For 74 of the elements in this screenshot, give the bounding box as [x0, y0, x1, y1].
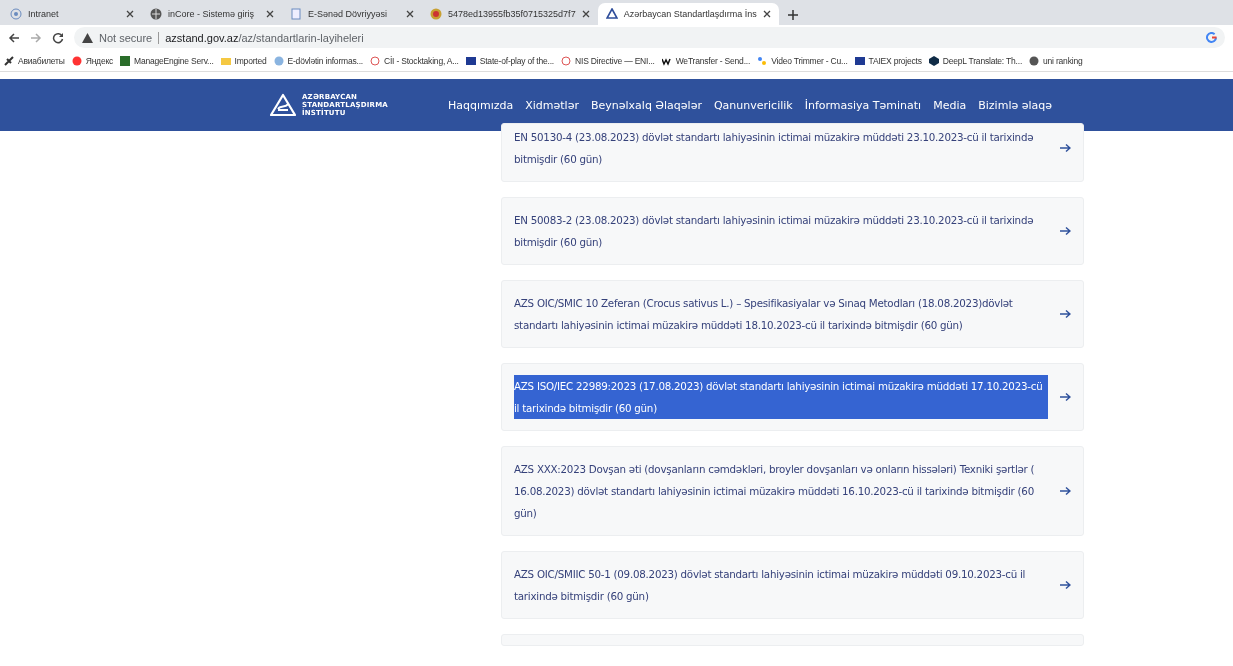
- arrow-right-icon[interactable]: [1060, 309, 1071, 319]
- bookmark[interactable]: Авиабилеты: [4, 55, 65, 66]
- bookmark-favicon-icon: [120, 55, 131, 66]
- bookmark-favicon-icon: [757, 55, 768, 66]
- close-icon[interactable]: [581, 10, 590, 18]
- standard-notice-text: AZS ISO/IEC 22989:2023 (17.08.2023) dövlət standartı lahiyəsinin ictimai müzakirə müddəti 17.10.2023-cü il tarixində bitmişdir (60 gün): [514, 375, 1048, 419]
- favicon-icon: [10, 8, 22, 20]
- reload-icon[interactable]: [52, 31, 64, 44]
- browser-tab[interactable]: E-Sənəd Dövriyyəsi: [282, 3, 422, 25]
- arrow-right-icon[interactable]: [1060, 226, 1071, 236]
- nav-link[interactable]: İnformasiya Təminatı: [804, 98, 922, 112]
- nav-link[interactable]: Xidmətlər: [525, 98, 579, 112]
- browser-tab[interactable]: Azərbaycan Standartlaşdırma İns: [597, 3, 779, 25]
- google-icon: [1206, 32, 1217, 43]
- bookmark[interactable]: TAIEX projects: [854, 55, 922, 66]
- favicon-icon: [290, 8, 302, 20]
- standard-card[interactable]: EN 50083-2 (23.08.2023) dövlət standartı lahiyəsinin ictimai müzakirə müddəti 23.10.2023-cü il tarixində bitmişdir (60 gün): [501, 197, 1084, 265]
- bookmark[interactable]: Video Trimmer - Cu...: [757, 55, 848, 66]
- arrow-right-icon[interactable]: [1060, 392, 1071, 402]
- new-tab-icon[interactable]: [786, 9, 799, 21]
- standard-notice-text: EN 50130-4 (23.08.2023) dövlət standartı lahiyəsinin ictimai müzakirə müddəti 23.10.2023-cü il tarixində bitmişdir (60 gün): [514, 130, 1035, 167]
- bookmark-favicon-icon: [369, 55, 380, 66]
- address-bar[interactable]: Not secure azstand.gov.az/az/standartlarin-layiheleri: [74, 27, 1225, 48]
- warning-icon: [82, 32, 93, 43]
- standard-notice-text: EN 50083-2 (23.08.2023) dövlət standartı lahiyəsinin ictimai müzakirə müddəti 23.10.2023-cü il tarixində bitmişdir (60 gün): [514, 213, 1035, 250]
- bookmark[interactable]: State-of-play of the...: [465, 55, 555, 66]
- standard-card[interactable]: [501, 446, 1084, 536]
- arrow-right-icon[interactable]: [1060, 143, 1071, 153]
- favicon-icon: [430, 8, 442, 20]
- nav-link[interactable]: Bizimlə əlaqə: [978, 98, 1053, 112]
- bookmark-favicon-icon: [1029, 55, 1040, 66]
- folder-icon: [220, 55, 231, 66]
- back-icon[interactable]: [8, 31, 20, 44]
- url-text: azstand.gov.az/az/standartlarin-layiheleri: [165, 31, 364, 44]
- favicon-icon: [150, 8, 162, 20]
- close-icon[interactable]: [406, 10, 414, 18]
- favicon-icon: [605, 8, 618, 20]
- standard-card[interactable]: AZS OIC/SMIIC 50-1 (09.08.2023) dövlət standartı lahiyəsinin ictimai müzakirə müddəti 09.10.2023-cü il tarixində bitmişdir (60 gün): [501, 551, 1084, 619]
- nav-link[interactable]: Haqqımızda: [447, 98, 514, 112]
- bookmark[interactable]: Яндекс: [71, 55, 114, 66]
- bookmark-favicon-icon: [4, 55, 14, 66]
- close-icon[interactable]: [762, 10, 771, 18]
- standard-notice-text: AZS OIC/SMIC 10 Zeferan (Crocus sativus L.) – Spesifikasiyalar və Sınaq Metodları (18.08.2023)dövlət standartı lahiyəsinin ictimai müzakirə müddəti 18.10.2023-cü il tarixində bitmişdir (60 gün): [514, 296, 1014, 333]
- standard-card[interactable]: AZS OIC/SMIC 10 Zeferan (Crocus sativus L.) – Spesifikasiyalar və Sınaq Metodları (18.08.2023)dövlət standartı lahiyəsinin ictimai müzakirə müddəti 18.10.2023-cü il tarixində bitmişdir (60 gün): [501, 280, 1084, 348]
- bookmark[interactable]: DeepL Translate: Th...: [928, 55, 1023, 66]
- arrow-right-icon[interactable]: [1060, 486, 1071, 496]
- browser-tab[interactable]: Intranet: [2, 3, 142, 25]
- standard-notice-text: AZS XXX:2023 Dovşan əti (dovşanların cəmdəkləri, broyler dovşanları və onların hissələri) Texniki şərtlər ( 16.08.2023) dövlət standartı lahiyəsinin ictimai müzakirə müddəti 16.10.2023-cü il tarixində bitmişdir (60 gün): [514, 462, 1036, 521]
- bookmark[interactable]: NIS Directive — ENI...: [561, 55, 655, 66]
- browser-tab[interactable]: 5478ed13955fb35f0715325d7f7: [422, 3, 598, 25]
- bookmark[interactable]: ManageEngine Serv...: [120, 55, 214, 66]
- standard-card[interactable]: AZS ISO/IEC 22989:2023 (17.08.2023) dövlət standartı lahiyəsinin ictimai müzakirə müddəti 17.10.2023-cü il tarixində bitmişdir (60 gün): [501, 363, 1084, 431]
- nav-link[interactable]: Media: [933, 98, 967, 112]
- institute-logo-icon: [270, 93, 296, 117]
- nav-link[interactable]: Qanunvericilik: [713, 98, 793, 112]
- bookmark[interactable]: Imported: [220, 55, 267, 66]
- bookmark[interactable]: uni ranking: [1029, 55, 1083, 66]
- standard-notice-text: AZS OIC/SMIIC 50-1 (09.08.2023) dövlət standartı lahiyəsinin ictimai müzakirə müddəti 09.10.2023-cü il tarixində bitmişdir (60 gün): [514, 567, 1027, 604]
- browser-tab[interactable]: inCore - Sistemə giriş: [142, 3, 282, 25]
- bookmark-favicon-icon: [273, 55, 284, 66]
- close-icon[interactable]: [126, 10, 134, 18]
- bookmark[interactable]: E-dövlətin informas...: [273, 55, 363, 66]
- standard-card[interactable]: EN 50130-4 (23.08.2023) dövlət standartı lahiyəsinin ictimai müzakirə müddəti 23.10.2023-cü il tarixində bitmişdir (60 gün): [501, 123, 1084, 182]
- security-label: Not secure: [99, 31, 153, 44]
- bookmark[interactable]: WeTransfer - Send...: [661, 55, 751, 66]
- nav-link[interactable]: Beynəlxalq Əlaqələr: [590, 98, 702, 112]
- bookmark[interactable]: CİI - Stocktaking, A...: [369, 55, 459, 66]
- bookmark-favicon-icon: [928, 55, 939, 66]
- bookmark-favicon-icon: [561, 55, 572, 66]
- bookmark-favicon-icon: [465, 55, 476, 66]
- arrow-right-icon[interactable]: [1060, 580, 1071, 590]
- bookmark-favicon-icon: [71, 55, 82, 66]
- close-icon[interactable]: [266, 10, 274, 18]
- bookmark-favicon-icon: [854, 55, 865, 66]
